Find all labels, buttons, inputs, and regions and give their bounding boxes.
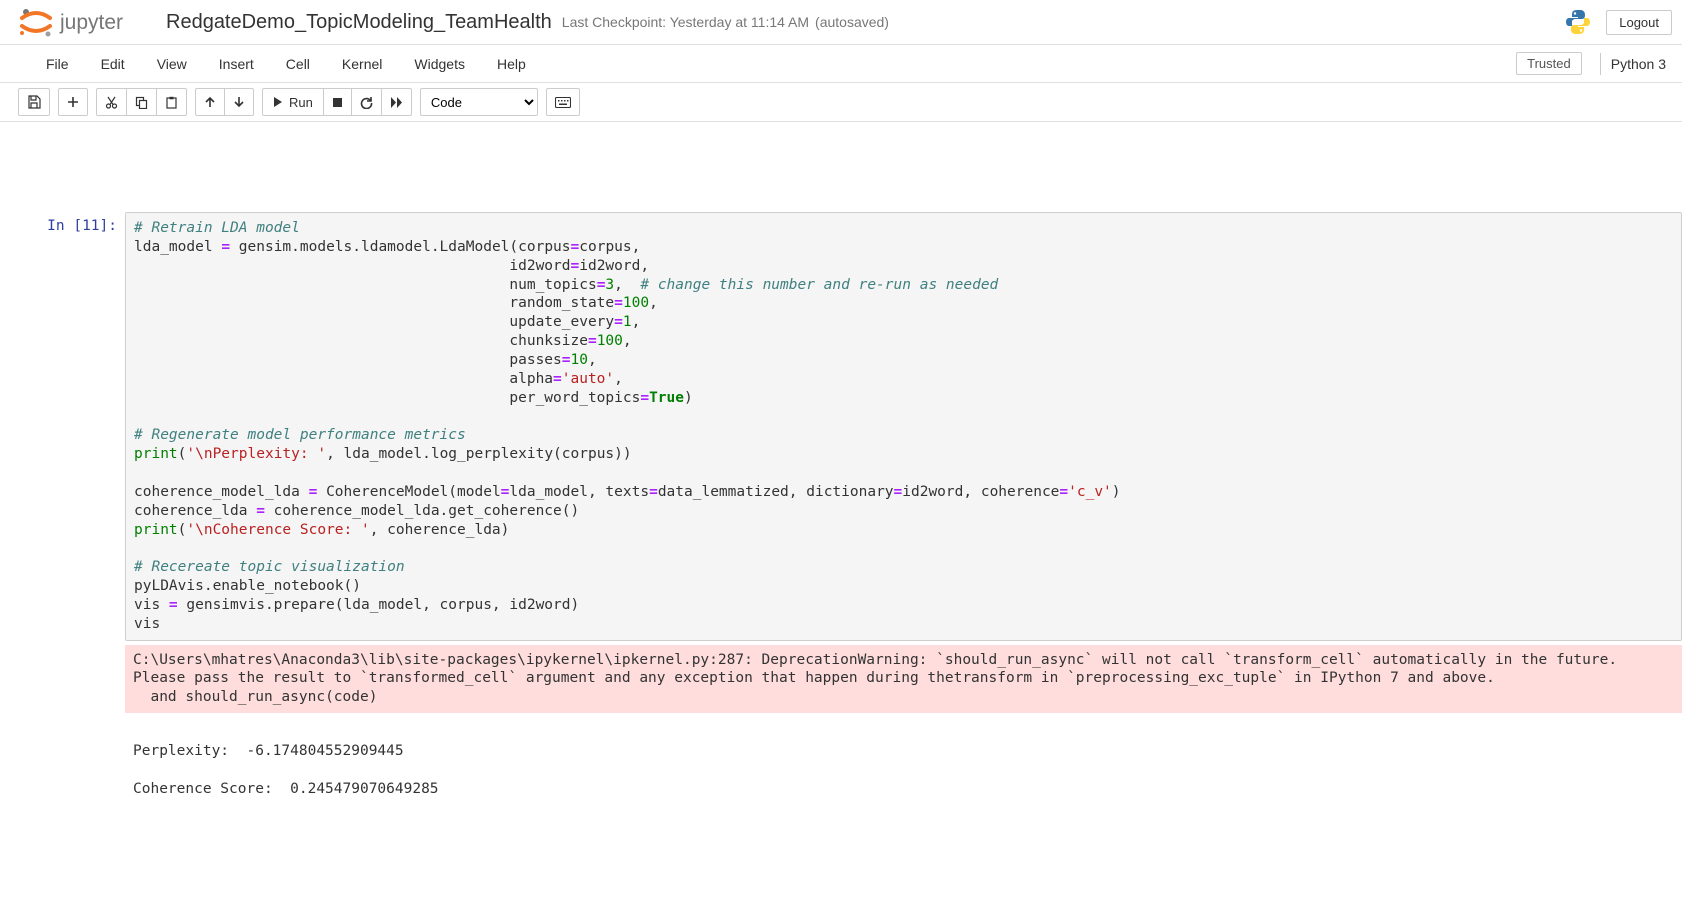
- cut-icon: [105, 96, 118, 109]
- menu-view[interactable]: View: [141, 48, 203, 80]
- play-icon: [273, 97, 283, 107]
- command-palette-button[interactable]: [546, 88, 580, 116]
- menu-file[interactable]: File: [30, 48, 85, 80]
- fast-forward-icon: [390, 97, 403, 108]
- menu-cell[interactable]: Cell: [270, 48, 326, 80]
- arrow-up-icon: [204, 96, 216, 108]
- output-stdout: Perplexity: -6.174804552909445 Coherence…: [125, 717, 1682, 804]
- output-prompt-stdout: [10, 717, 125, 804]
- run-button[interactable]: Run: [262, 88, 324, 116]
- save-button[interactable]: [18, 88, 50, 116]
- interrupt-button[interactable]: [324, 88, 352, 116]
- save-icon: [27, 95, 41, 109]
- input-prompt: In [11]:: [10, 212, 125, 641]
- menu-widgets[interactable]: Widgets: [398, 48, 481, 80]
- paste-button[interactable]: [157, 88, 187, 116]
- checkpoint-text: Last Checkpoint: Yesterday at 11:14 AM: [562, 14, 809, 30]
- trusted-indicator[interactable]: Trusted: [1516, 52, 1582, 75]
- code-cell[interactable]: In [11]: # Retrain LDA model lda_model =…: [0, 212, 1682, 641]
- run-button-label: Run: [289, 95, 313, 110]
- menubar: File Edit View Insert Cell Kernel Widget…: [0, 45, 1682, 83]
- output-prompt-stderr: [10, 645, 125, 714]
- paste-icon: [165, 96, 178, 109]
- python-icon: [1564, 8, 1592, 36]
- stop-icon: [332, 97, 343, 108]
- notebook[interactable]: In [11]: # Retrain LDA model lda_model =…: [0, 122, 1682, 834]
- arrow-down-icon: [233, 96, 245, 108]
- copy-icon: [135, 96, 148, 109]
- restart-icon: [360, 96, 373, 109]
- menu-edit[interactable]: Edit: [85, 48, 141, 80]
- restart-button[interactable]: [352, 88, 382, 116]
- move-down-button[interactable]: [225, 88, 254, 116]
- cut-button[interactable]: [96, 88, 127, 116]
- jupyter-logo[interactable]: jupyter: [18, 6, 144, 38]
- move-up-button[interactable]: [195, 88, 225, 116]
- svg-text:jupyter: jupyter: [59, 11, 123, 34]
- logout-button[interactable]: Logout: [1606, 10, 1672, 35]
- toolbar: Run Code: [0, 83, 1682, 122]
- plus-icon: [67, 96, 79, 108]
- header: jupyter RedgateDemo_TopicModeling_TeamHe…: [0, 0, 1682, 45]
- code-input[interactable]: # Retrain LDA model lda_model = gensim.m…: [125, 212, 1682, 641]
- menu-kernel[interactable]: Kernel: [326, 48, 398, 80]
- menu-insert[interactable]: Insert: [203, 48, 270, 80]
- autosave-text: (autosaved): [815, 14, 889, 30]
- copy-button[interactable]: [127, 88, 157, 116]
- output-stderr: C:\Users\mhatres\Anaconda3\lib\site-pack…: [125, 645, 1682, 714]
- keyboard-icon: [555, 97, 571, 108]
- kernel-name[interactable]: Python 3: [1611, 56, 1672, 72]
- menu-help[interactable]: Help: [481, 48, 542, 80]
- restart-run-all-button[interactable]: [382, 88, 412, 116]
- add-cell-button[interactable]: [58, 88, 88, 116]
- notebook-title[interactable]: RedgateDemo_TopicModeling_TeamHealth: [166, 11, 552, 34]
- cell-type-select[interactable]: Code: [420, 88, 538, 116]
